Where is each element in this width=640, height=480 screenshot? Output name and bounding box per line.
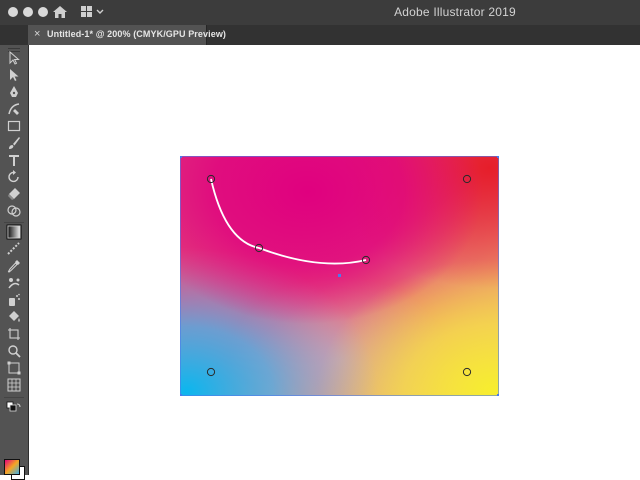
corner-handle[interactable] [180, 394, 182, 396]
app-title: Adobe Illustrator 2019 [394, 5, 516, 19]
live-paint-bucket-tool-icon[interactable] [6, 309, 22, 325]
fill-swatch[interactable] [4, 459, 20, 475]
free-transform-tool-icon[interactable] [6, 360, 22, 376]
pen-tool-icon[interactable] [6, 84, 22, 100]
eraser-tool-icon[interactable] [6, 186, 22, 202]
document-tab-bar: × Untitled-1* @ 200% (CMYK/GPU Preview) [0, 25, 640, 45]
document-tab-label: Untitled-1* @ 200% (CMYK/GPU Preview) [47, 29, 227, 39]
home-icon[interactable] [51, 3, 69, 21]
gradient-tool-icon[interactable] [6, 224, 22, 240]
toolbar-divider [4, 222, 24, 223]
type-tool-icon[interactable] [6, 152, 22, 168]
corner-handle[interactable] [180, 156, 182, 158]
zoom-window-button[interactable] [38, 7, 48, 17]
rotate-tool-icon[interactable] [6, 169, 22, 185]
symbol-sprayer-tool-icon[interactable] [6, 292, 22, 308]
gradient-mesh-rectangle[interactable] [180, 156, 499, 396]
paintbrush-tool-icon[interactable] [6, 135, 22, 151]
mesh-graphic [180, 156, 499, 396]
workspace-switcher-icon[interactable] [80, 5, 108, 19]
artboard-tool-icon[interactable] [6, 326, 22, 342]
document-tab[interactable]: × Untitled-1* @ 200% (CMYK/GPU Preview) [28, 25, 226, 45]
corner-handle[interactable] [497, 156, 499, 158]
zoom-tool-icon[interactable] [6, 343, 22, 359]
rectangle-tool-icon[interactable] [6, 118, 22, 134]
blend-tool-icon[interactable] [6, 241, 22, 257]
close-tab-icon[interactable]: × [34, 28, 40, 41]
mesh-tool-icon[interactable] [6, 377, 22, 393]
minimize-window-button[interactable] [23, 7, 33, 17]
puppet-warp-tool-icon[interactable] [6, 275, 22, 291]
toolbar-divider [4, 397, 24, 398]
corner-handle[interactable] [497, 394, 499, 396]
tools-panel [0, 45, 29, 480]
default-fill-stroke-icon[interactable] [6, 401, 22, 417]
close-window-button[interactable] [8, 7, 18, 17]
eyedropper-tool-icon[interactable] [6, 258, 22, 274]
title-bar: Adobe Illustrator 2019 [0, 0, 640, 25]
shape-builder-tool-icon[interactable] [6, 203, 22, 219]
center-point[interactable] [338, 274, 341, 277]
selection-tool-icon[interactable] [6, 50, 22, 66]
curvature-tool-icon[interactable] [6, 101, 22, 117]
direct-selection-tool-icon[interactable] [6, 67, 22, 83]
